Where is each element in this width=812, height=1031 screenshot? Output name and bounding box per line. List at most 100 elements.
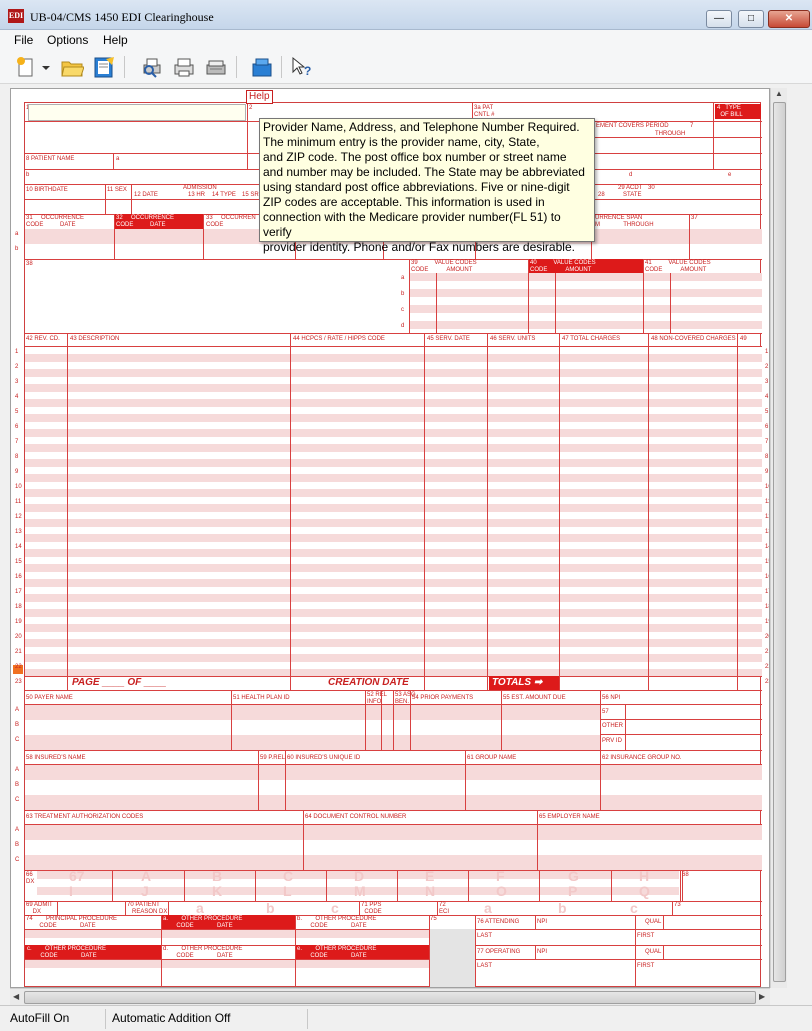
other-label: OTHER bbox=[602, 723, 623, 729]
fl13-label: 13 HR bbox=[188, 192, 206, 198]
fl8a-label: a bbox=[116, 156, 120, 162]
dx-cell-top-letter: B bbox=[212, 868, 223, 884]
fl70-a: a bbox=[196, 900, 204, 916]
scroll-up-icon[interactable]: ▲ bbox=[775, 89, 783, 98]
open-folder-icon[interactable] bbox=[60, 55, 85, 79]
fl76-qual-label: QUAL bbox=[645, 919, 662, 925]
fl4-label: 4 TYPE OF BILL bbox=[717, 105, 743, 118]
auth-row-a: A bbox=[15, 827, 20, 833]
payer-row-a: A bbox=[15, 707, 20, 713]
service-line-number: 11 bbox=[15, 499, 22, 505]
fl73-label: 73 bbox=[674, 902, 681, 908]
fl41-label: 41 VALUE CODES CODE AMOUNT bbox=[645, 260, 711, 273]
fl77-label: 77 OPERATING bbox=[477, 949, 521, 955]
dx-cell-top-letter: 67 bbox=[69, 868, 85, 884]
fl68-label: 68 bbox=[682, 872, 689, 878]
fl63-label: 63 TREATMENT AUTHORIZATION CODES bbox=[26, 814, 144, 820]
fl37-label: 37 bbox=[691, 215, 698, 221]
new-icon[interactable] bbox=[14, 55, 38, 79]
menu-options[interactable]: Options bbox=[47, 33, 88, 47]
occurrence-row-b: b bbox=[15, 246, 19, 252]
occurrence-row-a: a bbox=[15, 231, 19, 237]
fl74-label: 74 PRINCIPAL PROCEDURE CODE DATE bbox=[26, 916, 118, 929]
fl51-label: 51 HEALTH PLAN ID bbox=[233, 695, 290, 701]
service-line-number: 9 bbox=[15, 469, 19, 475]
maximize-button[interactable]: □ bbox=[738, 10, 764, 28]
horizontal-scrollbar[interactable]: ◀ ▶ bbox=[10, 988, 770, 1005]
horizontal-scroll-thumb[interactable] bbox=[24, 991, 756, 1004]
fl12-label: 12 DATE bbox=[134, 192, 158, 198]
auth-row-b: B bbox=[15, 842, 20, 848]
fl38-label: 38 bbox=[26, 261, 33, 267]
fl8-label: 8 PATIENT NAME bbox=[26, 156, 75, 162]
autofill-status: AutoFill On bbox=[6, 1009, 106, 1029]
window-title: UB-04/CMS 1450 EDI Clearinghouse bbox=[30, 10, 214, 24]
auth-row-c: C bbox=[15, 857, 20, 863]
service-line-number: 2 bbox=[15, 364, 19, 370]
service-line-number-right: 1 bbox=[765, 349, 769, 355]
fl62-label: 62 INSURANCE GROUP NO. bbox=[602, 755, 682, 761]
vertical-scroll-thumb[interactable] bbox=[773, 102, 786, 982]
service-line-number: 20 bbox=[15, 634, 22, 640]
fl70-b: b bbox=[266, 900, 275, 916]
service-line-number: 23 bbox=[15, 679, 22, 685]
dx-cell-bottom-letter: Q bbox=[639, 883, 650, 899]
dx-cell-top-letter: H bbox=[639, 868, 650, 884]
arrow-right-icon: ➡ bbox=[533, 677, 543, 688]
minimize-button[interactable]: — bbox=[706, 10, 732, 28]
help-pointer-icon[interactable]: ? bbox=[290, 55, 314, 79]
dx-cell-top-letter: E bbox=[425, 868, 435, 884]
fl76-last-label: LAST bbox=[477, 933, 493, 939]
help-button[interactable]: Help bbox=[246, 90, 273, 104]
new-dropdown-arrow-icon[interactable] bbox=[40, 55, 52, 79]
vertical-scrollbar[interactable]: ▲ bbox=[770, 88, 787, 988]
dx-divider bbox=[184, 870, 185, 901]
fl74e-label: e. OTHER PROCEDURE CODE DATE bbox=[297, 946, 377, 959]
close-button[interactable]: ✕ bbox=[768, 10, 810, 28]
fl56-label: 56 NPI bbox=[602, 695, 621, 701]
provider-name-input[interactable] bbox=[28, 104, 246, 121]
print-batch-icon[interactable] bbox=[204, 55, 228, 79]
fl10-label: 10 BIRTHDATE bbox=[26, 187, 68, 193]
page-of-label: PAGE ____ OF ____ bbox=[72, 677, 167, 688]
insured-row-c: C bbox=[15, 797, 20, 803]
service-line-number-right: 9 bbox=[765, 469, 769, 475]
dx-cell-top-letter: C bbox=[283, 868, 294, 884]
fl61-label: 61 GROUP NAME bbox=[467, 755, 517, 761]
service-line-number: 12 bbox=[15, 514, 22, 520]
fl55-label: 55 EST. AMOUNT DUE bbox=[503, 695, 566, 701]
fl29-label: 29 ACDT STATE bbox=[618, 185, 643, 198]
insured-row-a: A bbox=[15, 767, 20, 773]
fl74c-label: c. OTHER PROCEDURE CODE DATE bbox=[27, 946, 107, 959]
edit-form-icon[interactable] bbox=[92, 55, 116, 79]
menu-help[interactable]: Help bbox=[103, 33, 128, 47]
fl77-qual-label: QUAL bbox=[645, 949, 662, 955]
print-preview-icon[interactable] bbox=[140, 55, 164, 79]
fl50-label: 50 PAYER NAME bbox=[26, 695, 73, 701]
fl75-label: 75 bbox=[430, 916, 437, 922]
transmit-icon[interactable] bbox=[250, 55, 274, 79]
fl70-c: c bbox=[331, 900, 339, 916]
dx-divider bbox=[326, 870, 327, 901]
service-line-number: 18 bbox=[15, 604, 22, 610]
fl14-label: 14 TYPE bbox=[212, 192, 236, 198]
print-icon[interactable] bbox=[172, 55, 196, 79]
dx-cell-bottom-letter: O bbox=[496, 883, 507, 899]
fl2-label: 2 bbox=[249, 105, 253, 111]
fl30-label: 30 bbox=[648, 185, 655, 191]
status-bar: AutoFill On Automatic Addition Off bbox=[0, 1005, 812, 1031]
fl9b-label: b bbox=[26, 172, 30, 178]
dx-cell-top-letter: D bbox=[354, 868, 365, 884]
menu-file[interactable]: File bbox=[14, 33, 33, 47]
prv-id-label: PRV ID bbox=[602, 738, 622, 744]
service-line-number: 6 bbox=[15, 424, 19, 430]
fl6-through-label: THROUGH bbox=[655, 131, 686, 137]
payer-row-c: C bbox=[15, 737, 20, 743]
fl76-npi-label: NPI bbox=[537, 919, 548, 925]
fl9e-label: e bbox=[728, 172, 732, 178]
fl64-label: 64 DOCUMENT CONTROL NUMBER bbox=[305, 814, 407, 820]
fl45-label: 45 SERV. DATE bbox=[427, 336, 470, 342]
scroll-left-icon[interactable]: ◀ bbox=[13, 992, 19, 1001]
dx-cell-bottom-letter: L bbox=[283, 883, 292, 899]
scroll-right-icon[interactable]: ▶ bbox=[759, 992, 765, 1001]
